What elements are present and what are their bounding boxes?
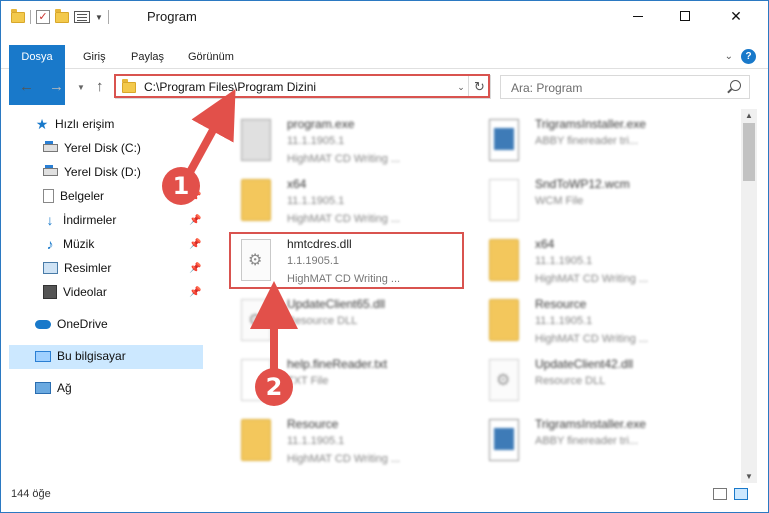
arrow-to-address-icon	[186, 88, 236, 174]
step-2-badge: 2	[255, 368, 293, 406]
step-1-badge: 1	[162, 167, 200, 205]
annotation-arrows	[186, 88, 298, 370]
